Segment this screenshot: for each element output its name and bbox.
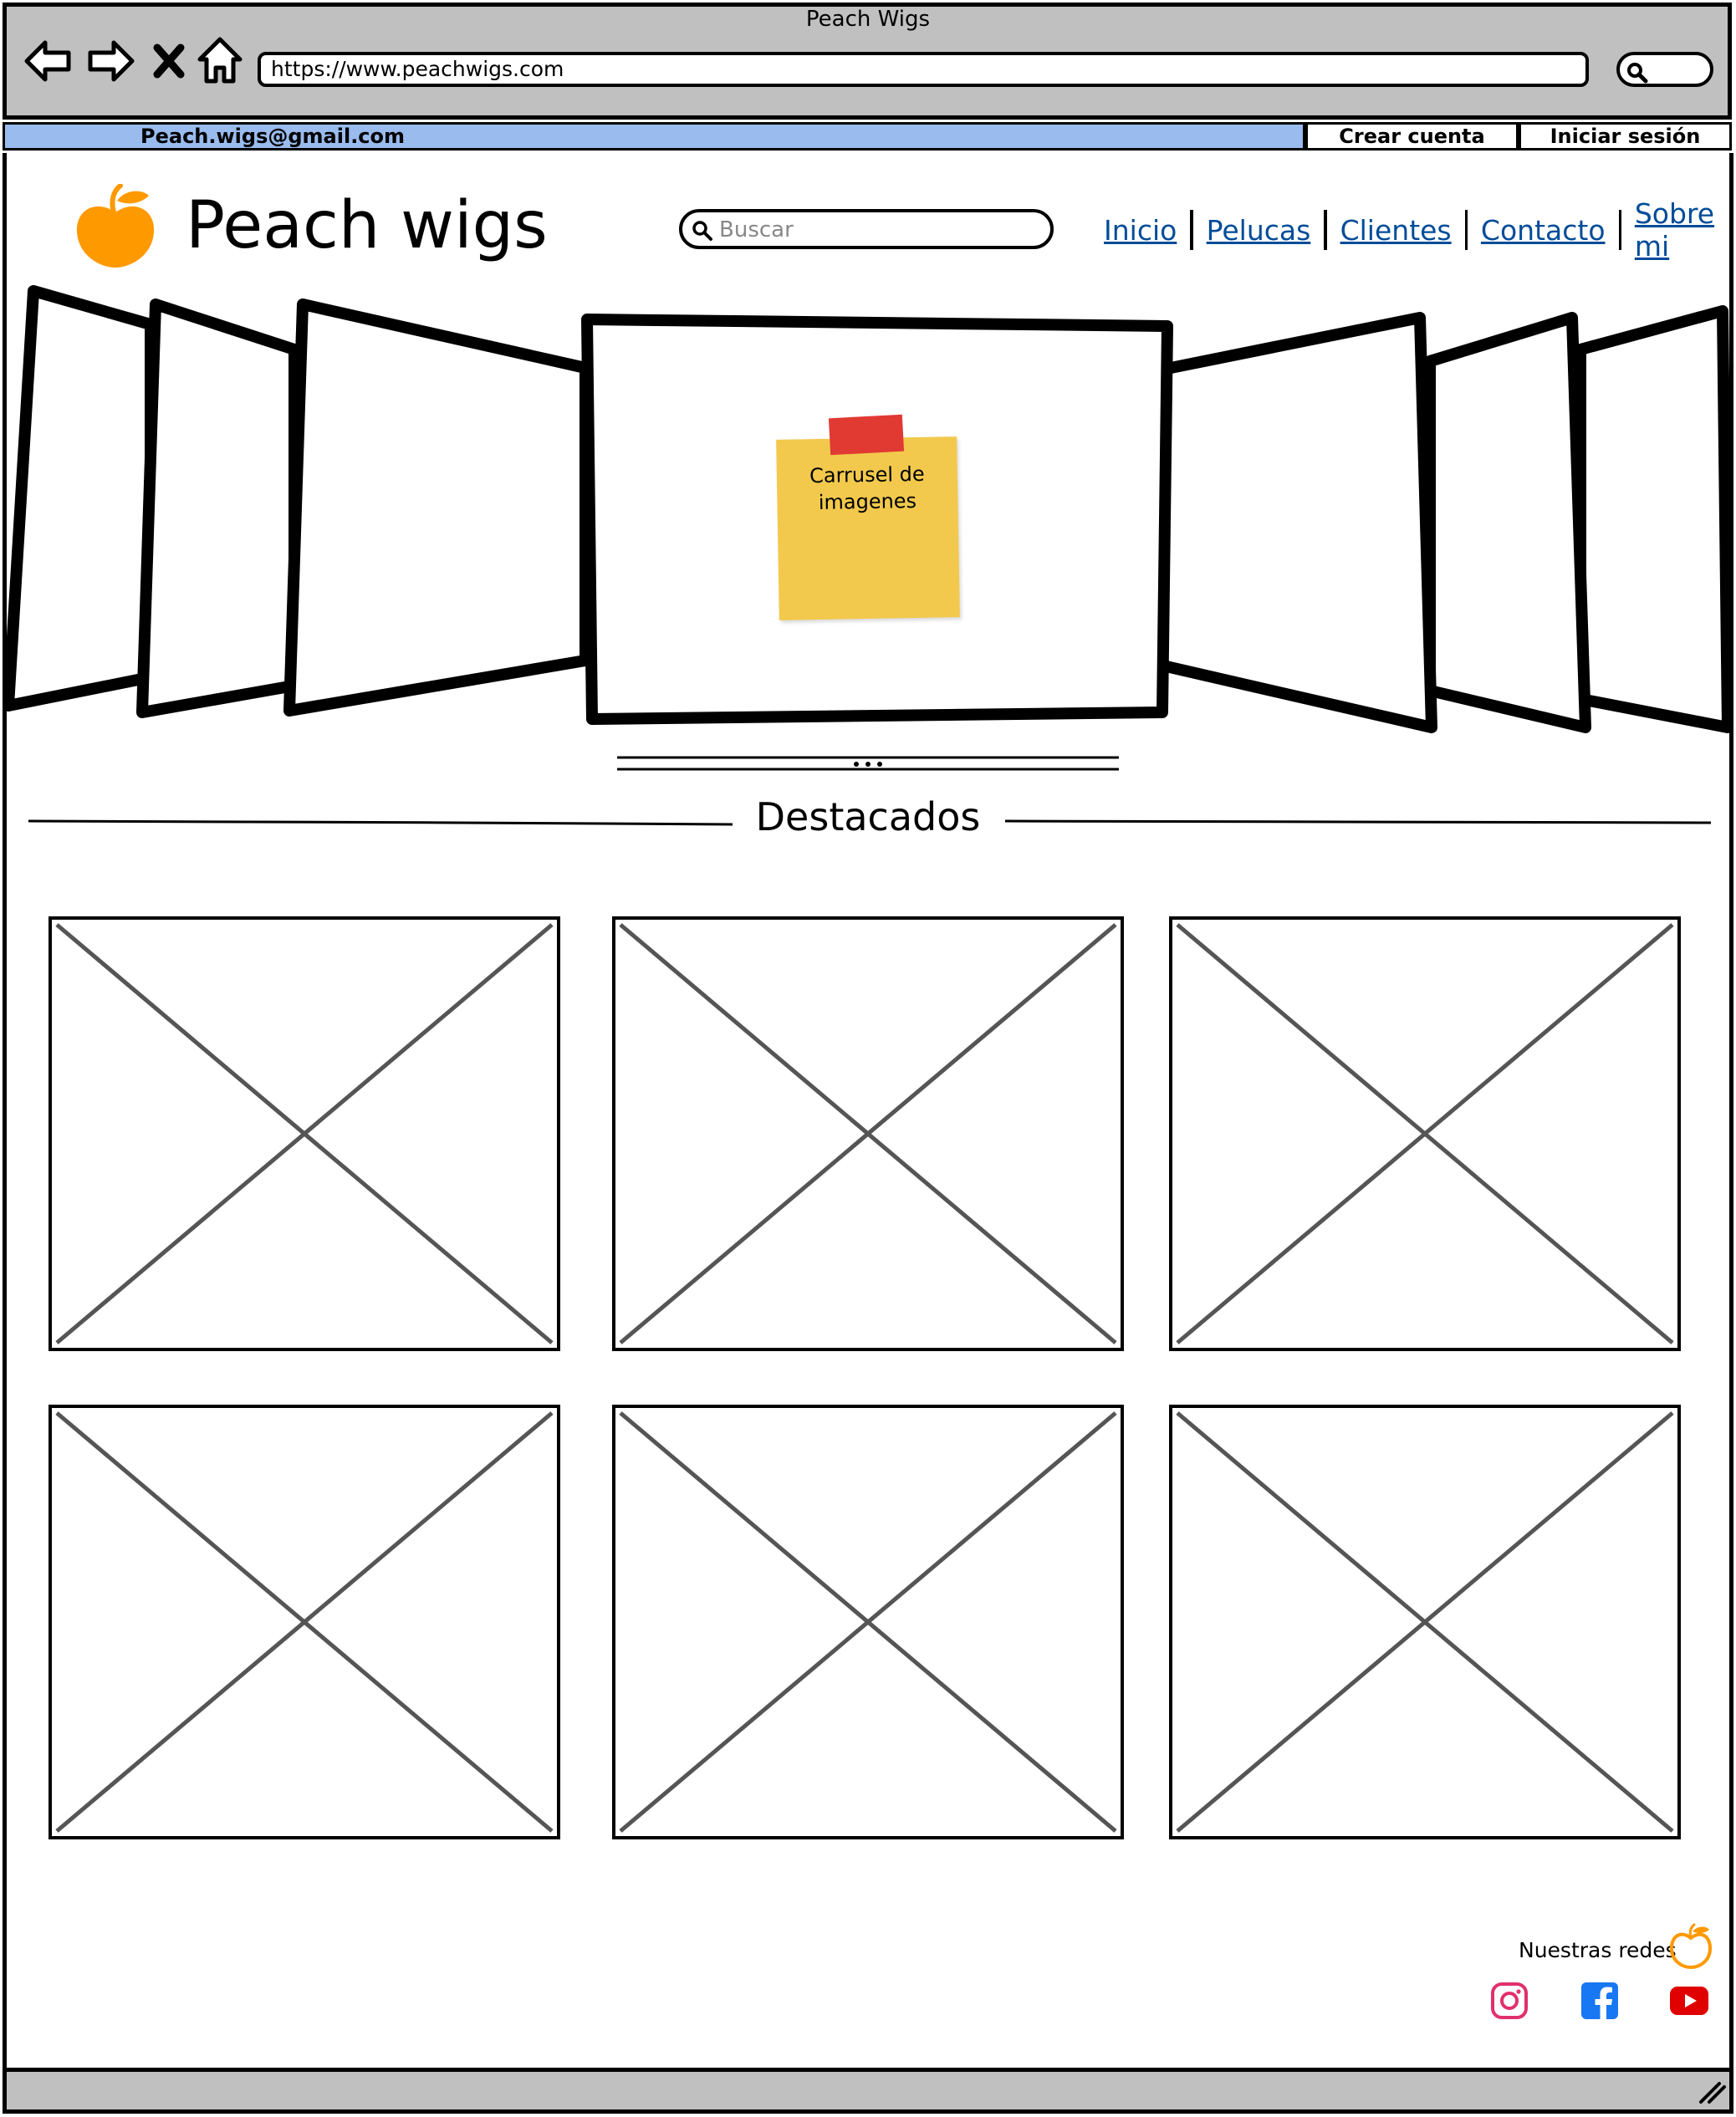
carousel-slide	[1575, 305, 1733, 733]
create-account-button[interactable]: Crear cuenta	[1305, 122, 1519, 150]
nav-divider	[1618, 210, 1621, 250]
nav-divider	[1464, 210, 1468, 250]
login-button[interactable]: Iniciar sesión	[1519, 122, 1732, 150]
peach-outline-icon	[1669, 1923, 1713, 1970]
search-input[interactable]	[717, 216, 1039, 244]
resize-handle-icon[interactable]	[1698, 2079, 1728, 2105]
nav-link-inicio[interactable]: Inicio	[1104, 214, 1177, 247]
carousel-slide	[136, 298, 300, 718]
search-icon	[692, 221, 712, 241]
nav-divider	[1190, 210, 1193, 250]
sticky-note-text: Carrusel de imagenes	[809, 462, 925, 515]
section-title: Destacados	[755, 794, 981, 839]
product-image-placeholder[interactable]	[612, 916, 1124, 1351]
home-icon[interactable]	[196, 35, 244, 85]
browser-search-button[interactable]	[1616, 52, 1713, 87]
product-image-placeholder[interactable]	[49, 1405, 560, 1839]
back-arrow-icon[interactable]	[22, 37, 75, 85]
contact-email: Peach.wigs@gmail.com	[140, 125, 406, 148]
instagram-icon[interactable]	[1490, 1982, 1529, 2020]
nav-link-contacto[interactable]: Contacto	[1481, 214, 1606, 247]
site-search[interactable]	[679, 209, 1054, 249]
browser-statusbar	[3, 2068, 1733, 2114]
carousel-slide	[1424, 312, 1591, 733]
address-bar[interactable]: https://www.peachwigs.com	[258, 52, 1589, 87]
youtube-icon[interactable]	[1669, 1985, 1709, 2017]
nav-divider	[1324, 210, 1327, 250]
tape	[828, 414, 905, 456]
facebook-icon[interactable]	[1580, 1982, 1619, 2020]
brand-name: Peach wigs	[186, 188, 548, 263]
search-icon	[1627, 63, 1648, 84]
close-icon[interactable]	[151, 40, 187, 82]
carousel-slide	[1156, 312, 1437, 733]
forward-arrow-icon[interactable]	[84, 37, 137, 85]
nav-link-sobre-mi[interactable]: Sobre mi	[1635, 197, 1736, 263]
social-label: Nuestras redes	[1519, 1938, 1677, 1962]
nav-link-clientes[interactable]: Clientes	[1340, 214, 1452, 247]
product-image-placeholder[interactable]	[49, 916, 560, 1351]
window-title: Peach Wigs	[805, 7, 931, 32]
carousel-slide	[3, 285, 156, 712]
nav-link-pelucas[interactable]: Pelucas	[1207, 214, 1311, 247]
carousel-slide	[283, 298, 591, 717]
product-image-placeholder[interactable]	[612, 1405, 1124, 1839]
main-nav: Inicio Pelucas Clientes Contacto Sobre m…	[1104, 197, 1736, 263]
product-image-placeholder[interactable]	[1169, 1405, 1681, 1839]
sticky-note: Carrusel de imagenes	[776, 436, 960, 620]
product-image-placeholder[interactable]	[1169, 916, 1681, 1351]
peach-icon	[72, 183, 159, 271]
